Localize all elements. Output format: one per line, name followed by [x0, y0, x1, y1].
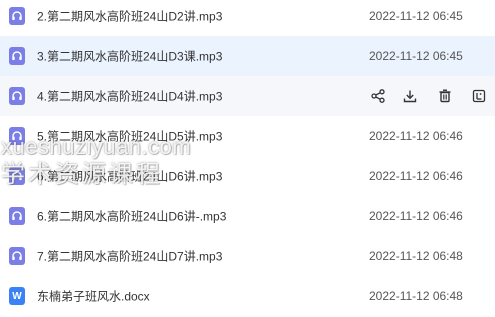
file-row-selected[interactable]: 3.第二期风水高阶班24山D3课.mp3 2022-11-12 06:45 [0, 36, 495, 76]
file-date: 2022-11-12 06:48 [369, 289, 463, 303]
file-date: 2022-11-12 06:45 [369, 49, 463, 63]
file-date: 2022-11-12 06:46 [369, 129, 463, 143]
download-icon[interactable] [402, 88, 418, 104]
delete-icon[interactable] [437, 88, 453, 104]
file-row[interactable]: 6.第二期风水高阶班24山D6讲.mp3 2022-11-12 06:46 [0, 156, 495, 196]
file-date: 2022-11-12 06:46 [369, 209, 463, 223]
file-row[interactable]: 6.第二期风水高阶班24山D6讲-.mp3 2022-11-12 06:46 [0, 196, 495, 236]
file-row[interactable]: W 东楠弟子班风水.docx 2022-11-12 06:48 [0, 276, 495, 316]
file-name[interactable]: 2.第二期风水高阶班24山D2讲.mp3 [37, 8, 222, 25]
file-row[interactable]: 5.第二期风水高阶班24山D5讲.mp3 2022-11-12 06:46 [0, 116, 495, 156]
share-icon[interactable] [370, 88, 386, 104]
file-date: 2022-11-12 06:46 [369, 169, 463, 183]
file-name[interactable]: 7.第二期风水高阶班24山D7讲.mp3 [37, 248, 222, 265]
more-icon[interactable] [471, 88, 487, 104]
file-row[interactable]: 2.第二期风水高阶班24山D2讲.mp3 2022-11-12 06:45 [0, 0, 495, 36]
file-row[interactable]: 7.第二期风水高阶班24山D7讲.mp3 2022-11-12 06:48 [0, 236, 495, 276]
row-actions [364, 76, 494, 116]
file-list: 2.第二期风水高阶班24山D2讲.mp3 2022-11-12 06:45 3.… [0, 0, 495, 317]
audio-file-icon [9, 87, 25, 105]
file-name[interactable]: 5.第二期风水高阶班24山D5讲.mp3 [37, 128, 222, 145]
audio-file-icon [9, 247, 25, 265]
file-name[interactable]: 东楠弟子班风水.docx [37, 288, 150, 305]
file-row-hovered[interactable]: 4.第二期风水高阶班24山D4讲.mp3 [0, 76, 495, 116]
file-name[interactable]: 3.第二期风水高阶班24山D3课.mp3 [37, 48, 222, 65]
file-date: 2022-11-12 06:48 [369, 249, 463, 263]
audio-file-icon [9, 207, 25, 225]
file-name[interactable]: 4.第二期风水高阶班24山D4讲.mp3 [37, 88, 222, 105]
file-name[interactable]: 6.第二期风水高阶班24山D6讲-.mp3 [37, 208, 226, 225]
audio-file-icon [9, 127, 25, 145]
audio-file-icon [9, 7, 25, 25]
word-file-icon: W [9, 287, 25, 305]
file-name[interactable]: 6.第二期风水高阶班24山D6讲.mp3 [37, 168, 222, 185]
file-date: 2022-11-12 06:45 [369, 9, 463, 23]
audio-file-icon [9, 167, 25, 185]
audio-file-icon [9, 47, 25, 65]
